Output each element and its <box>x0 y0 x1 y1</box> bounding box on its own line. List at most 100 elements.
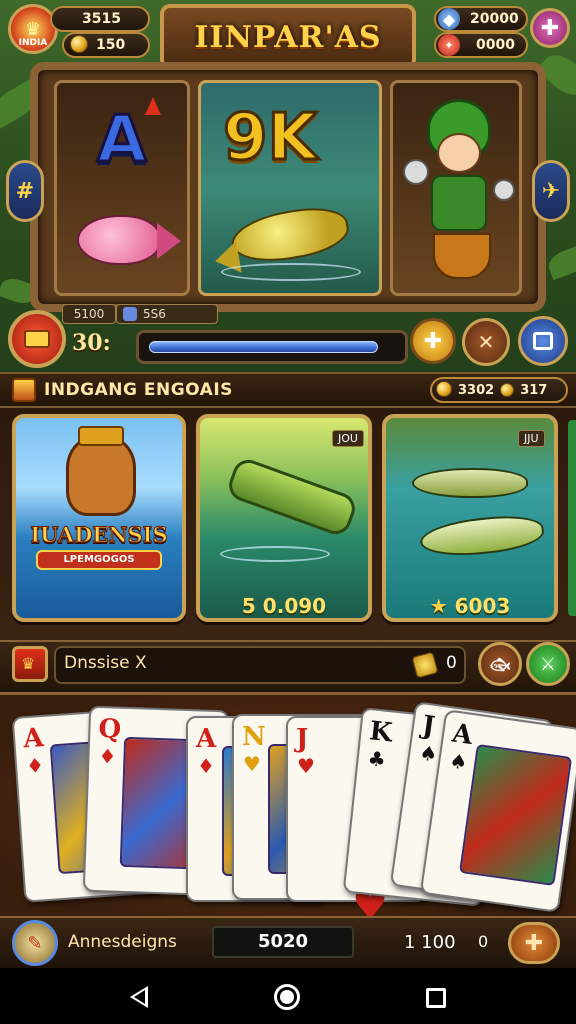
card-rank: A <box>196 724 217 754</box>
card-suit-icon: ♥ <box>297 754 315 778</box>
task-fish-button[interactable]: 🐟︎ <box>478 642 522 686</box>
lines-box: 5S6 <box>116 304 218 324</box>
card-suit-icon: ♦ <box>98 743 117 769</box>
star-icon: ★ <box>429 594 448 618</box>
lines-icon <box>123 307 137 321</box>
card-rank: K <box>368 716 394 749</box>
crown-icon: ♛ <box>24 18 42 40</box>
coin-icon <box>436 381 452 397</box>
coin-icon <box>70 35 88 53</box>
plus-icon: ✚ <box>423 328 443 354</box>
coin-icon <box>500 383 515 397</box>
card-3-price-value: 6003 <box>454 594 511 618</box>
hero-fist-icon <box>403 159 429 185</box>
task-icon[interactable]: ♛ <box>12 646 48 682</box>
reel-prev-button[interactable]: # <box>6 160 44 222</box>
golden-fish-icon <box>227 201 353 269</box>
gems-value: 20000 <box>470 11 519 27</box>
task-count: 0 <box>446 653 457 673</box>
currency-top-value: 3515 <box>82 11 121 27</box>
card-1-banner: IUADENSIS <box>30 522 168 548</box>
card-2-tag: JOU <box>332 430 364 447</box>
bet-level-value: 5100 <box>73 307 105 321</box>
shield-icon: ♛ <box>21 654 36 673</box>
hero-legs <box>433 233 491 279</box>
player-badge-label: INDIA <box>18 38 48 48</box>
reel-right <box>390 80 522 296</box>
cannon-icon <box>224 455 360 539</box>
game-card-2[interactable]: JOU 5 0.090 <box>196 414 372 622</box>
card-suit-icon: ♥ <box>243 752 261 776</box>
footer-add-button[interactable]: ✚ <box>508 922 560 964</box>
game-card-1[interactable]: IUADENSIS LPEMGOGOS <box>12 414 186 622</box>
bet-level-box: 5100 <box>62 304 116 324</box>
menu-button[interactable] <box>518 316 568 366</box>
hash-icon: # <box>15 178 35 204</box>
tickets-value: 0000 <box>476 37 515 53</box>
chevron-right-icon: ✈ <box>541 178 561 204</box>
reel-left: A <box>54 80 190 296</box>
spin-progress-bar <box>136 330 408 364</box>
footer-label: Annesdeigns <box>68 932 177 952</box>
recents-icon[interactable] <box>426 988 446 1008</box>
slot-reel-frame: A 9K <box>30 62 546 312</box>
card-rank: N <box>242 722 266 752</box>
reel-symbol-letters: 9K <box>221 100 318 177</box>
spin-progress-fill <box>149 341 378 353</box>
fish-icon <box>412 468 528 498</box>
water-splash <box>220 546 330 562</box>
section-title: INDGANG ENGOAIS <box>44 380 233 400</box>
hero-body <box>431 175 487 231</box>
card-suit-icon: ♠ <box>447 748 469 775</box>
spin-stop-button[interactable] <box>8 310 66 368</box>
window-icon <box>533 332 553 350</box>
crown-icon <box>78 426 124 446</box>
card-rank: J <box>420 710 437 742</box>
card-suit-icon: ♦ <box>25 752 45 779</box>
fish-icon: 🐟︎ <box>489 654 511 674</box>
card-1-subtitle: LPEMGOGOS <box>36 550 162 570</box>
chest-icon <box>24 330 50 348</box>
fish-tail <box>157 223 181 259</box>
card-suit-icon: ♠ <box>417 740 439 767</box>
water-splash <box>221 263 361 281</box>
fish-icon <box>418 511 546 561</box>
treasure-icon <box>12 378 36 402</box>
game-card-3[interactable]: JJU ★ 6003 <box>382 414 558 622</box>
gem-icon: ◆ <box>438 8 460 30</box>
auto-spin-button[interactable]: ✕ <box>462 318 510 366</box>
task-action-button[interactable]: ⚔ <box>526 642 570 686</box>
pink-fish-icon <box>77 215 161 265</box>
game-title-plate: IINPAR'AS <box>160 4 416 70</box>
tools-icon: ✕ <box>477 330 495 354</box>
footer-score-box: 5020 <box>212 926 354 958</box>
profile-button[interactable]: ✎ <box>12 920 58 966</box>
card-suit-icon: ♦ <box>197 754 215 778</box>
card-2-price: 5 0.090 <box>241 594 327 618</box>
reel-symbol-letter: A <box>96 102 149 179</box>
currency-bottom-value: 150 <box>96 37 126 53</box>
add-currency-button[interactable]: ✚ <box>530 8 570 48</box>
card-rank: Q <box>97 713 122 745</box>
section-currency-a: 3302 <box>458 382 495 398</box>
card-rank: J <box>296 724 309 754</box>
playing-card[interactable]: A ♠ <box>419 709 576 913</box>
card-face-art <box>459 743 573 886</box>
ticket-icon: ✦ <box>438 34 460 56</box>
bear-mascot <box>66 436 136 516</box>
increase-bet-button[interactable]: ✚ <box>410 318 456 364</box>
feather-icon: ✎ <box>27 932 43 954</box>
footer-score: 5020 <box>257 931 309 952</box>
next-card-peek <box>568 420 576 616</box>
card-suit-icon: ♣ <box>366 746 387 772</box>
footer-zero: 0 <box>478 932 489 951</box>
card-3-price: ★ 6003 <box>386 594 554 618</box>
bet-amount: 30: <box>72 330 111 356</box>
card-rank: A <box>22 722 45 755</box>
plus-icon: ✚ <box>540 15 560 41</box>
reel-next-button[interactable]: ✈ <box>532 160 570 222</box>
game-title: IINPAR'AS <box>194 19 382 55</box>
swords-icon: ⚔ <box>539 653 557 675</box>
home-icon-dot <box>280 990 294 1004</box>
hero-fist-icon <box>493 179 515 201</box>
